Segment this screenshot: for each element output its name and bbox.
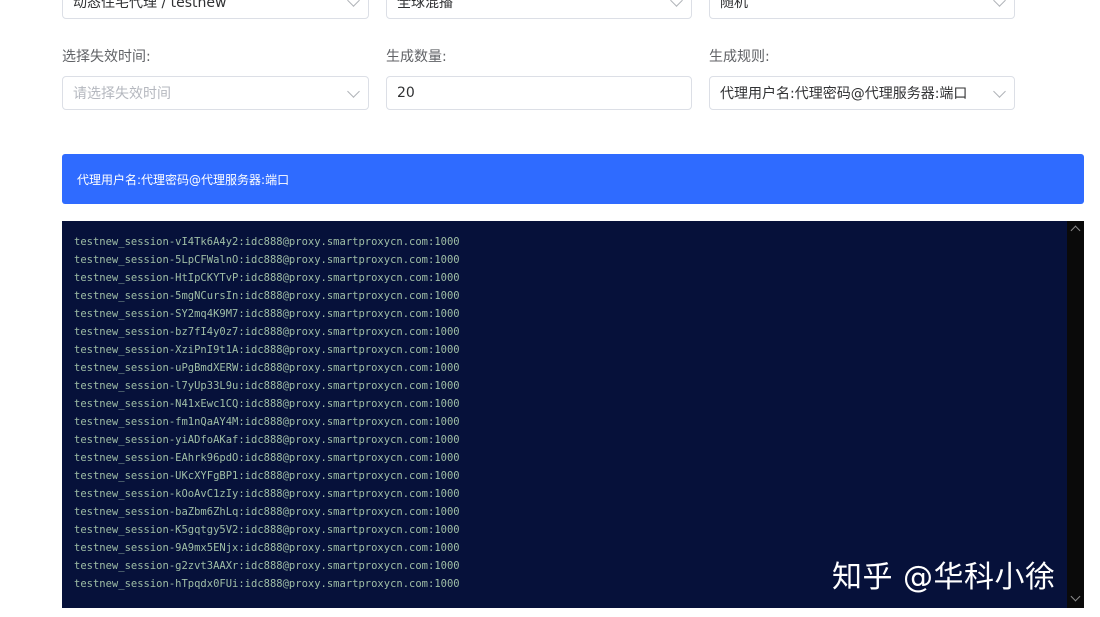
rule-label: 生成规则: <box>709 49 770 65</box>
output-line: testnew_session-HtIpCKYTvP:idc888@proxy.… <box>74 272 460 284</box>
output-line: testnew_session-5LpCFWalnO:idc888@proxy.… <box>74 254 460 266</box>
output-line: testnew_session-kOoAvC1zIy:idc888@proxy.… <box>74 488 460 500</box>
expiry-select[interactable]: 请选择失效时间 <box>62 76 369 110</box>
output-line: testnew_session-UKcXYFgBP1:idc888@proxy.… <box>74 470 460 482</box>
format-banner: 代理用户名:代理密码@代理服务器:端口 <box>62 154 1084 204</box>
ip-mode-value: 随机 <box>720 0 748 11</box>
proxy-generator-page: 动态住宅代理 / testnew 全球混播 随机 选择失效时间: 生成数量: 生… <box>0 0 1100 617</box>
output-line: testnew_session-EAhrk96pdO:idc888@proxy.… <box>74 452 460 464</box>
output-line: testnew_session-bz7fI4y0z7:idc888@proxy.… <box>74 326 460 338</box>
output-line: testnew_session-SY2mq4K9M7:idc888@proxy.… <box>74 308 460 320</box>
region-select[interactable]: 全球混播 <box>386 0 692 19</box>
chevron-down-icon <box>670 0 683 7</box>
rule-value: 代理用户名:代理密码@代理服务器:端口 <box>720 86 968 102</box>
scroll-up-icon[interactable] <box>1070 225 1081 236</box>
output-line: testnew_session-9A9mx5ENjx:idc888@proxy.… <box>74 542 460 554</box>
output-line: testnew_session-uPgBmdXERW:idc888@proxy.… <box>74 362 460 374</box>
format-banner-text: 代理用户名:代理密码@代理服务器:端口 <box>77 172 290 187</box>
expiry-placeholder: 请选择失效时间 <box>73 86 171 102</box>
proxy-type-select[interactable]: 动态住宅代理 / testnew <box>62 0 369 19</box>
output-line: testnew_session-yiADfoAKaf:idc888@proxy.… <box>74 434 460 446</box>
chevron-down-icon <box>347 0 360 7</box>
output-lines: testnew_session-vI4Tk6A4y2:idc888@proxy.… <box>74 233 460 593</box>
output-line: testnew_session-vI4Tk6A4y2:idc888@proxy.… <box>74 236 460 248</box>
rule-select[interactable]: 代理用户名:代理密码@代理服务器:端口 <box>709 76 1015 110</box>
output-line: testnew_session-baZbm6ZhLq:idc888@proxy.… <box>74 506 460 518</box>
ip-mode-select[interactable]: 随机 <box>709 0 1015 19</box>
output-line: testnew_session-l7yUp33L9u:idc888@proxy.… <box>74 380 460 392</box>
chevron-down-icon <box>993 0 1006 7</box>
region-value: 全球混播 <box>397 0 453 11</box>
output-line: testnew_session-5mgNCursIn:idc888@proxy.… <box>74 290 460 302</box>
output-line: testnew_session-g2zvt3AAXr:idc888@proxy.… <box>74 560 460 572</box>
expiry-label: 选择失效时间: <box>62 49 151 65</box>
count-input[interactable]: 20 <box>386 76 692 110</box>
count-label: 生成数量: <box>386 49 447 65</box>
output-scrollbar[interactable] <box>1067 221 1084 608</box>
chevron-down-icon <box>347 84 360 98</box>
scroll-down-icon[interactable] <box>1070 591 1081 602</box>
output-line: testnew_session-K5gqtgy5V2:idc888@proxy.… <box>74 524 460 536</box>
output-console[interactable]: testnew_session-vI4Tk6A4y2:idc888@proxy.… <box>62 221 1084 608</box>
output-line: testnew_session-fm1nQaAY4M:idc888@proxy.… <box>74 416 460 428</box>
watermark: 知乎 @华科小徐 <box>832 560 1056 595</box>
count-value: 20 <box>397 85 415 101</box>
chevron-down-icon <box>993 84 1006 98</box>
output-line: testnew_session-hTpqdx0FUi:idc888@proxy.… <box>74 578 460 590</box>
output-line: testnew_session-N41xEwc1CQ:idc888@proxy.… <box>74 398 460 410</box>
proxy-type-value: 动态住宅代理 / testnew <box>73 0 227 11</box>
output-line: testnew_session-XziPnI9t1A:idc888@proxy.… <box>74 344 460 356</box>
